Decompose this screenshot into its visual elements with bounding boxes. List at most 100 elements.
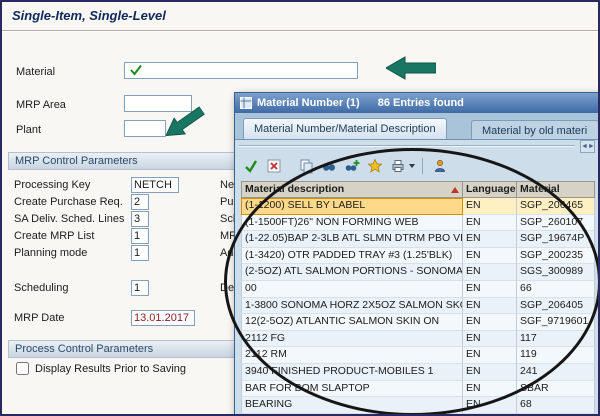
- table-row[interactable]: (1-3420) OTR PADDED TRAY #3 (1.25'BLK) E…: [241, 247, 595, 265]
- tab-scroll-button[interactable]: ◄►: [580, 140, 595, 153]
- table-row[interactable]: 1-3800 SONOMA HORZ 2X5OZ SALMON SKON EN …: [241, 297, 595, 315]
- plant-label: Plant: [16, 124, 42, 136]
- favorites-button[interactable]: [365, 156, 385, 176]
- cell-description: 2112 RM: [241, 347, 463, 364]
- find-icon: [323, 162, 335, 171]
- cell-language: EN: [463, 330, 517, 348]
- cell-material: 117: [517, 330, 595, 348]
- cell-description: (1-22.05)BAP 2-3LB ATL SLMN DTRM PBO VP: [241, 231, 463, 248]
- cell-description: BAR FOR BOM SLAPTOP: [241, 380, 463, 398]
- cell-material: 241: [517, 363, 595, 381]
- create-purchase-req-input[interactable]: [131, 194, 149, 210]
- column-header-label: Material description: [245, 183, 345, 195]
- close-icon: [267, 159, 281, 173]
- tab-material-by-old-number[interactable]: Material by old materi: [471, 120, 598, 139]
- column-header-material[interactable]: Material: [517, 181, 595, 198]
- tab-panel-edge: [239, 145, 575, 147]
- cell-language: EN: [463, 198, 517, 215]
- param-label: SA Deliv. Sched. Lines: [14, 213, 125, 225]
- personal-list-icon: [435, 160, 445, 172]
- favorites-star-icon: [367, 158, 383, 173]
- cell-description: 3940 FINISHED PRODUCT-MOBILES 1: [241, 363, 463, 381]
- cell-language: EN: [463, 214, 517, 232]
- results-table: Material description Language Material (…: [241, 181, 595, 414]
- param-label: Processing Key: [14, 179, 91, 191]
- create-mrp-list-input[interactable]: [131, 228, 149, 244]
- column-header-language[interactable]: Language: [463, 181, 517, 198]
- personal-value-list-button[interactable]: [430, 156, 450, 176]
- value-list-icon: [240, 97, 252, 109]
- copy-button[interactable]: [296, 156, 316, 176]
- dialog-toolbar: [241, 155, 450, 177]
- sa-deliv-sched-input[interactable]: [131, 211, 149, 227]
- find-next-icon: [345, 160, 360, 171]
- print-button[interactable]: [388, 156, 408, 176]
- cell-language: EN: [463, 297, 517, 315]
- cell-material: SGP_200235: [517, 247, 595, 265]
- table-row[interactable]: BEARING EN 68: [241, 397, 595, 414]
- plant-input[interactable]: [124, 120, 166, 137]
- cell-description: (1-1500FT)26" NON FORMING WEB: [241, 214, 463, 232]
- material-input[interactable]: [124, 62, 358, 79]
- cell-description: BEARING: [241, 397, 463, 414]
- print-options-caret-icon[interactable]: [409, 164, 415, 168]
- mrp-area-label: MRP Area: [16, 99, 66, 111]
- title-separator: [2, 30, 598, 32]
- cell-description: 00: [241, 280, 463, 298]
- mrp-params-header: MRP Control Parameters: [8, 152, 236, 170]
- dialog-title: Material Number (1): [257, 97, 360, 109]
- table-row[interactable]: 12(2-5OZ) ATLANTIC SALMON SKIN ON EN SGF…: [241, 314, 595, 331]
- cell-description: 2112 FG: [241, 330, 463, 348]
- dialog-titlebar[interactable]: Material Number (1) 86 Entries found: [235, 93, 598, 113]
- cell-language: EN: [463, 314, 517, 331]
- close-button[interactable]: [264, 156, 284, 176]
- page-title: Single-Item, Single-Level: [12, 8, 166, 23]
- column-header-description[interactable]: Material description: [241, 181, 463, 198]
- dialog-tabstrip: Material Number/Material Description Mat…: [235, 113, 598, 140]
- material-label: Material: [16, 66, 56, 78]
- find-button[interactable]: [319, 156, 339, 176]
- tab-material-number-description[interactable]: Material Number/Material Description: [243, 118, 447, 139]
- cell-material: SGP_206465: [517, 198, 595, 215]
- param-label: Create MRP List: [14, 230, 95, 242]
- table-row[interactable]: (2-5OZ) ATL SALMON PORTIONS - SONOMA EN …: [241, 264, 595, 281]
- cell-material: SGP_260107: [517, 214, 595, 232]
- cell-language: EN: [463, 280, 517, 298]
- cell-language: EN: [463, 397, 517, 414]
- find-next-button[interactable]: [342, 156, 362, 176]
- cell-material: SGP_206405: [517, 297, 595, 315]
- copy-icon: [300, 159, 313, 174]
- cell-description: 1-3800 SONOMA HORZ 2X5OZ SALMON SKON: [241, 297, 463, 315]
- table-row[interactable]: 2112 FG EN 117: [241, 330, 595, 348]
- cell-material: SGP_19674P: [517, 231, 595, 248]
- processing-key-input[interactable]: [131, 177, 179, 193]
- cell-material: 119: [517, 347, 595, 364]
- accept-button[interactable]: [241, 156, 261, 176]
- display-results-checkbox[interactable]: [16, 362, 29, 375]
- cell-description: (1-3420) OTR PADDED TRAY #3 (1.25'BLK): [241, 247, 463, 265]
- cell-language: EN: [463, 247, 517, 265]
- table-row[interactable]: 2112 RM EN 119: [241, 347, 595, 364]
- toolbar-divider: [422, 158, 423, 174]
- material-search-dialog: Material Number (1) 86 Entries found Mat…: [234, 92, 598, 414]
- display-results-label: Display Results Prior to Saving: [35, 363, 187, 375]
- cell-language: EN: [463, 231, 517, 248]
- process-params-header: Process Control Parameters: [8, 340, 236, 358]
- accept-icon: [245, 160, 258, 173]
- check-icon: [130, 64, 142, 76]
- sap-window: Single-Item, Single-Level Material MRP A…: [0, 0, 600, 416]
- table-row[interactable]: BAR FOR BOM SLAPTOP EN SBAR: [241, 380, 595, 398]
- param-label: MRP Date: [14, 312, 65, 324]
- table-row[interactable]: (1-1200) SELL BY LABEL EN SGP_206465: [241, 198, 595, 215]
- table-row[interactable]: (1-1500FT)26" NON FORMING WEB EN SGP_260…: [241, 214, 595, 232]
- cell-language: EN: [463, 363, 517, 381]
- table-row[interactable]: 3940 FINISHED PRODUCT-MOBILES 1 EN 241: [241, 363, 595, 381]
- cell-language: EN: [463, 264, 517, 281]
- planning-mode-input[interactable]: [131, 245, 149, 261]
- print-icon: [392, 160, 404, 172]
- table-row[interactable]: 00 EN 66: [241, 280, 595, 298]
- cell-material: SBAR: [517, 380, 595, 398]
- scheduling-input[interactable]: [131, 280, 149, 296]
- mrp-date-input[interactable]: [131, 310, 195, 326]
- table-row[interactable]: (1-22.05)BAP 2-3LB ATL SLMN DTRM PBO VP …: [241, 231, 595, 248]
